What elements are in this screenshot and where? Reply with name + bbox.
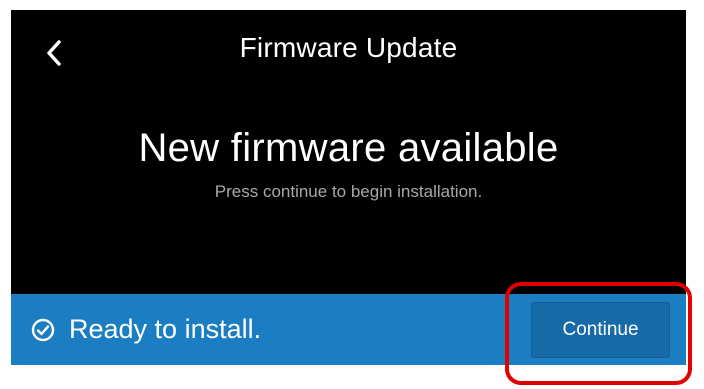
firmware-update-screen: Firmware Update New firmware available P…: [11, 10, 686, 365]
check-circle-icon: [31, 317, 57, 343]
status-text: Ready to install.: [69, 314, 262, 344]
continue-button[interactable]: Continue: [531, 302, 670, 358]
status-bar: Ready to install. Continue: [11, 294, 686, 365]
status-message: Ready to install.: [31, 294, 261, 365]
instruction-text: Press continue to begin installation.: [214, 182, 483, 201]
headline: New firmware available: [138, 126, 559, 170]
page-title: Firmware Update: [239, 32, 458, 63]
